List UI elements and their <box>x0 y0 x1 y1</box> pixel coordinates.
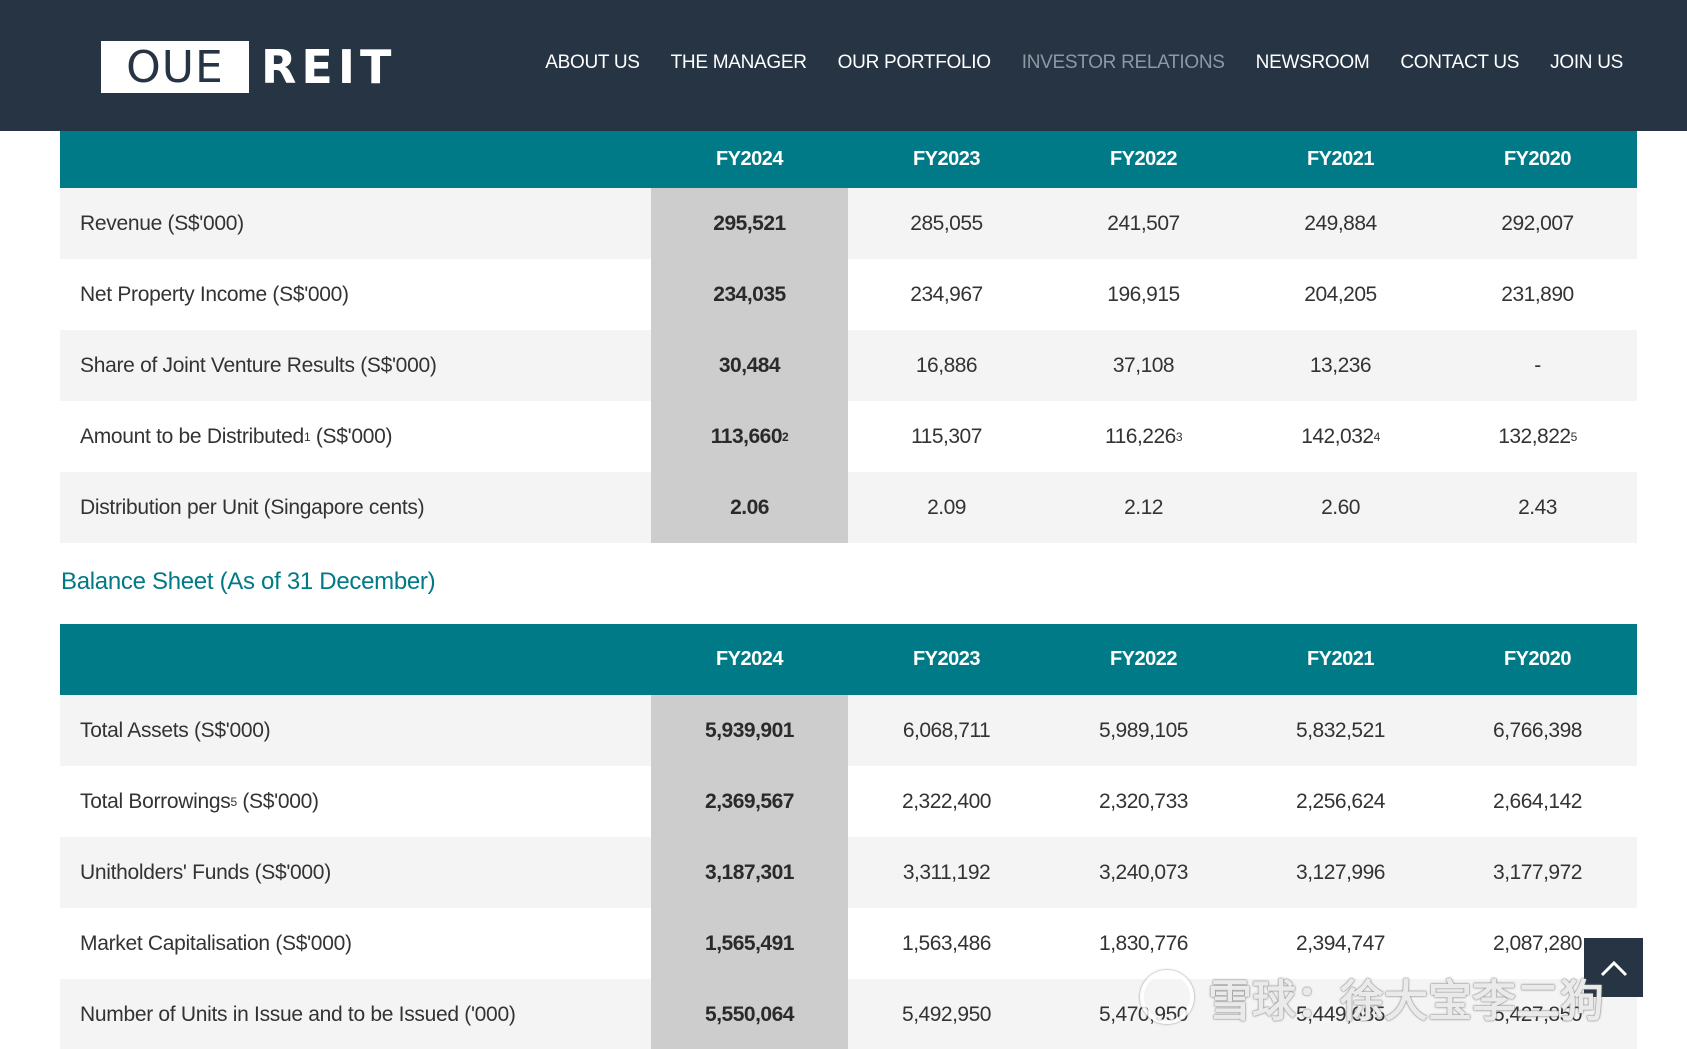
row-label: Net Property Income (S$'000) <box>80 282 349 306</box>
table-cell: 204,205 <box>1304 282 1377 306</box>
row-label: Number of Units in Issue and to be Issue… <box>80 1002 516 1026</box>
table-cell: 13,236 <box>1309 353 1372 377</box>
table-cell: 5,939,901 <box>651 695 848 766</box>
main-nav: ABOUT US THE MANAGER OUR PORTFOLIO INVESTOR… <box>514 52 1623 74</box>
table-cell: 241,507 <box>1107 211 1180 235</box>
table-cell: - <box>1534 353 1541 377</box>
column-header-fy2020: FY2020 <box>1503 148 1572 170</box>
table-cell: 1,565,491 <box>651 908 848 979</box>
nav-item-investor-relations[interactable]: INVESTOR RELATIONS <box>1022 52 1225 74</box>
xueqiu-logo-icon <box>1140 970 1194 1024</box>
table-cell: 249,884 <box>1304 211 1377 235</box>
nav-item-our-portfolio[interactable]: OUR PORTFOLIO <box>838 52 991 74</box>
column-header-fy2024: FY2024 <box>715 148 784 170</box>
table-cell: 3,177,972 <box>1493 860 1582 884</box>
table-cell: 16,886 <box>915 353 978 377</box>
nav-item-contact-us[interactable]: CONTACT US <box>1400 52 1519 74</box>
table-cell: 234,967 <box>910 282 983 306</box>
table-row: Distribution per Unit (Singapore cents) 2… <box>60 472 1637 543</box>
watermark: 雪球：徐大宝李二狗 <box>1140 965 1604 1029</box>
table-header: FY2024 FY2023 FY2022 FY2021 FY2020 <box>60 131 1637 188</box>
nav-item-about-us[interactable]: ABOUT US <box>545 52 640 74</box>
table-cell: 2,369,567 <box>651 766 848 837</box>
row-label: Total Assets (S$'000) <box>80 718 271 742</box>
watermark-text: 雪球：徐大宝李二狗 <box>1208 977 1604 1026</box>
table-cell: 1,563,486 <box>902 931 991 955</box>
column-header-fy2021: FY2021 <box>1306 648 1375 670</box>
row-label: Revenue (S$'000) <box>80 211 244 235</box>
nav-item-the-manager[interactable]: THE MANAGER <box>671 52 807 74</box>
table-cell: 295,521 <box>651 188 848 259</box>
table-cell: 5,832,521 <box>1296 718 1385 742</box>
table-cell: 30,484 <box>651 330 848 401</box>
table-cell: 142,032 4 <box>1301 424 1380 448</box>
row-label: Distribution per Unit (Singapore cents) <box>80 495 425 519</box>
table-cell: 292,007 <box>1501 211 1574 235</box>
column-header-fy2021: FY2021 <box>1306 148 1375 170</box>
nav-item-join-us[interactable]: JOIN US <box>1550 52 1623 74</box>
balance-sheet-title: Balance Sheet (As of 31 December) <box>61 568 436 595</box>
table-cell: 3,187,301 <box>651 837 848 908</box>
table-row: Total Borrowings 5 (S$'000) 2,369,567 2,322… <box>60 766 1637 837</box>
table-cell: 6,766,398 <box>1493 718 1582 742</box>
row-label: Amount to be Distributed 1 (S$'000) <box>80 424 393 448</box>
table-cell: 5,550,064 <box>651 979 848 1049</box>
income-table: FY2024 FY2023 FY2022 FY2021 FY2020 Revenue (S… <box>60 131 1637 543</box>
table-row: Amount to be Distributed 1 (S$'000) 113,66… <box>60 401 1637 472</box>
row-label: Total Borrowings 5 (S$'000) <box>80 789 319 813</box>
row-label: Market Capitalisation (S$'000) <box>80 931 352 955</box>
table-cell: 2,320,733 <box>1099 789 1188 813</box>
table-cell: 196,915 <box>1107 282 1180 306</box>
oue-reit-logo[interactable]: OUE REIT <box>101 40 397 94</box>
table-cell: 116,226 3 <box>1104 424 1183 448</box>
table-cell: 234,035 <box>651 259 848 330</box>
column-header-fy2022: FY2022 <box>1109 648 1178 670</box>
column-header-fy2023: FY2023 <box>912 148 981 170</box>
table-cell: 132,822 5 <box>1498 424 1577 448</box>
table-cell: 3,127,996 <box>1296 860 1385 884</box>
row-label: Share of Joint Venture Results (S$'000) <box>80 353 437 377</box>
table-row: Unitholders' Funds (S$'000) 3,187,301 3,31… <box>60 837 1637 908</box>
nav-item-newsroom[interactable]: NEWSROOM <box>1256 52 1370 74</box>
table-cell: 115,307 <box>911 424 982 448</box>
table-cell: 6,068,711 <box>902 718 991 742</box>
table-row: Total Assets (S$'000) 5,939,901 6,068,711 5… <box>60 695 1637 766</box>
table-cell: 2.43 <box>1518 495 1557 519</box>
row-label: Unitholders' Funds (S$'000) <box>80 860 331 884</box>
table-cell: 2,322,400 <box>902 789 991 813</box>
table-cell: 2.60 <box>1321 495 1360 519</box>
table-cell: 2,664,142 <box>1493 789 1582 813</box>
table-cell: 113,660 2 <box>651 401 848 472</box>
column-header-fy2024: FY2024 <box>715 648 784 670</box>
table-cell: 231,890 <box>1501 282 1574 306</box>
table-cell: 3,240,073 <box>1099 860 1188 884</box>
site-header: OUE REIT ABOUT US THE MANAGER OUR PORTFOLI… <box>0 0 1687 131</box>
logo-mark: OUE <box>101 41 249 93</box>
logo-text: REIT <box>261 40 397 94</box>
table-cell: 37,108 <box>1112 353 1175 377</box>
table-cell: 3,311,192 <box>902 860 991 884</box>
table-header: FY2024 FY2023 FY2022 FY2021 FY2020 <box>60 624 1637 695</box>
table-cell: 2.09 <box>927 495 966 519</box>
table-row: Net Property Income (S$'000) 234,035 234,9… <box>60 259 1637 330</box>
column-header-fy2020: FY2020 <box>1503 648 1572 670</box>
table-cell: 5,492,950 <box>902 1002 991 1026</box>
table-cell: 5,989,105 <box>1099 718 1188 742</box>
column-header-fy2022: FY2022 <box>1109 148 1178 170</box>
table-cell: 2,256,624 <box>1296 789 1385 813</box>
table-cell: 2.06 <box>651 472 848 543</box>
table-cell: 2.12 <box>1124 495 1163 519</box>
table-cell: 285,055 <box>910 211 983 235</box>
table-row: Revenue (S$'000) 295,521 285,055 241,507 249… <box>60 188 1637 259</box>
table-row: Share of Joint Venture Results (S$'000) 3… <box>60 330 1637 401</box>
column-header-fy2023: FY2023 <box>912 648 981 670</box>
